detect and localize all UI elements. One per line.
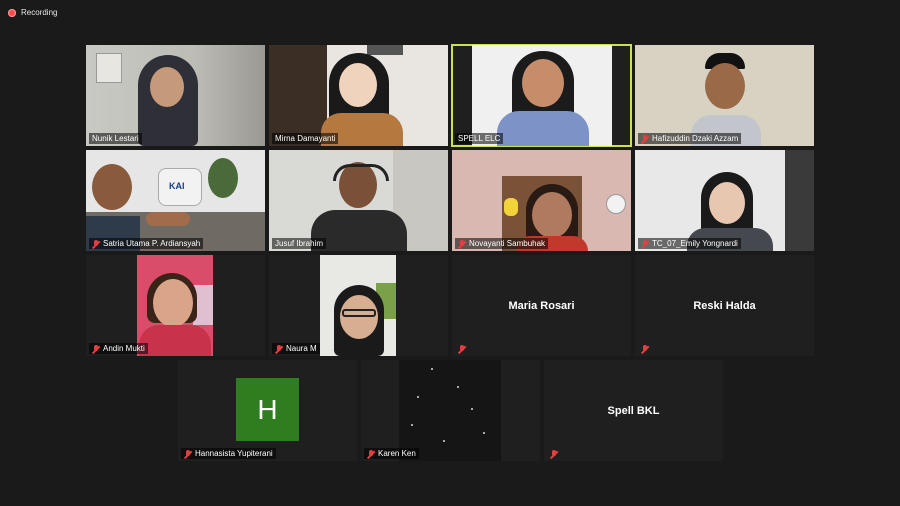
star [411, 424, 413, 426]
participant-name-label: Nunik Lestari [89, 133, 142, 144]
video-tile-jusuf-ibrahim[interactable]: Jusuf Ibrahim [269, 150, 448, 251]
muted-mic-icon [367, 449, 375, 458]
star [417, 396, 419, 398]
participant-name-label: Jusuf Ibrahim [272, 238, 327, 249]
participant-face [153, 279, 193, 327]
participant-shirt [139, 325, 211, 356]
video-tile-spell-bkl[interactable]: Spell BKL [544, 360, 723, 461]
video-feed [86, 45, 265, 146]
participant-name-label: Andin Mukti [89, 343, 148, 354]
participant-face [150, 67, 184, 107]
participant-face [709, 182, 745, 224]
participant-name-label: Hannasista Yupiterani [181, 448, 276, 459]
video-tile-nunik-lestari[interactable]: Nunik Lestari [86, 45, 265, 146]
video-tile-novayanti[interactable]: Novayanti Sambuhak [452, 150, 631, 251]
video-tile-mirna-damayanti[interactable]: Mirna Damayanti [269, 45, 448, 146]
muted-mic-icon [458, 239, 466, 248]
video-tile-hafizuddin[interactable]: Hafizuddin Dzaki Azzam [635, 45, 814, 146]
muted-mic-icon [184, 449, 192, 458]
bookshelf [269, 45, 327, 146]
participant-center-name: Spell BKL [607, 404, 660, 417]
video-tile-satria[interactable]: KAI Satria Utama P. Ardiansyah [86, 150, 265, 251]
muted-mic-icon [641, 239, 649, 248]
tree [208, 158, 238, 198]
video-tile-reski-halda[interactable]: Reski Halda [635, 255, 814, 356]
participant-face [532, 192, 572, 238]
kai-logo: KAI [169, 181, 185, 191]
participant-shirt [497, 111, 589, 146]
muted-mic-icon [92, 239, 100, 248]
star [483, 432, 485, 434]
muted-mic-icon [275, 344, 283, 353]
participant-name-label: SPELL ELC [455, 133, 504, 144]
video-feed [269, 45, 448, 146]
star [443, 440, 445, 442]
video-feed [472, 45, 612, 146]
wall-frame [367, 45, 403, 55]
participant-name-label: Hafizuddin Dzaki Azzam [638, 133, 742, 144]
star [471, 408, 473, 410]
wall-dark [785, 150, 814, 251]
participant-face [339, 63, 377, 107]
video-feed [320, 255, 396, 356]
participant-name-label [547, 449, 561, 459]
video-feed [399, 360, 501, 461]
muted-mic-icon [550, 450, 558, 458]
participant-hand [146, 212, 190, 226]
video-feed [137, 255, 213, 356]
video-tile-hannasista[interactable]: H Hannasista Yupiterani [178, 360, 357, 461]
participant-face [522, 59, 564, 107]
video-feed: KAI [86, 150, 265, 251]
participant-center-name: Reski Halda [693, 299, 756, 312]
muted-mic-icon [458, 345, 466, 353]
muted-mic-icon [92, 344, 100, 353]
muted-mic-icon [641, 134, 649, 143]
video-tile-maria-rosari[interactable]: Maria Rosari [452, 255, 631, 356]
participant-name-label: Mirna Damayanti [272, 133, 339, 144]
star [457, 386, 459, 388]
participant-name-label [455, 344, 469, 354]
video-tile-karen-ken[interactable]: Karen Ken [361, 360, 540, 461]
headset-icon [333, 164, 389, 181]
participant-name-label: Novayanti Sambuhak [455, 238, 549, 249]
avatar: H [236, 378, 299, 441]
video-feed [635, 45, 814, 146]
participant-face [705, 63, 745, 109]
participant-name-label: Naura M [272, 343, 320, 354]
participant-name-label: TC_07_Emily Yongnardi [638, 238, 741, 249]
minion-figure [504, 198, 518, 216]
participant-face [340, 295, 378, 339]
muted-mic-icon [641, 345, 649, 353]
glasses-icon [342, 309, 376, 317]
video-feed [269, 150, 448, 251]
wall-clock-icon [606, 194, 626, 214]
participant-center-name: Maria Rosari [508, 299, 575, 312]
recording-indicator: Recording [8, 8, 57, 17]
participant-name-label: Satria Utama P. Ardiansyah [89, 238, 204, 249]
video-feed [635, 150, 814, 251]
video-tile-emily[interactable]: TC_07_Emily Yongnardi [635, 150, 814, 251]
video-tile-spell-elc[interactable]: SPELL ELC [451, 44, 632, 147]
recording-label: Recording [21, 8, 58, 17]
video-tile-naura-m[interactable]: Naura M [269, 255, 448, 356]
participant-name-label: Karen Ken [364, 448, 419, 459]
star [431, 368, 433, 370]
participant-face [92, 164, 132, 210]
kai-tank: KAI [158, 168, 202, 206]
video-tile-andin-mukti[interactable]: Andin Mukti [86, 255, 265, 356]
participant-name-label [638, 344, 652, 354]
recording-dot-icon [8, 8, 16, 17]
video-feed [452, 150, 631, 251]
wall-sign [96, 53, 122, 83]
